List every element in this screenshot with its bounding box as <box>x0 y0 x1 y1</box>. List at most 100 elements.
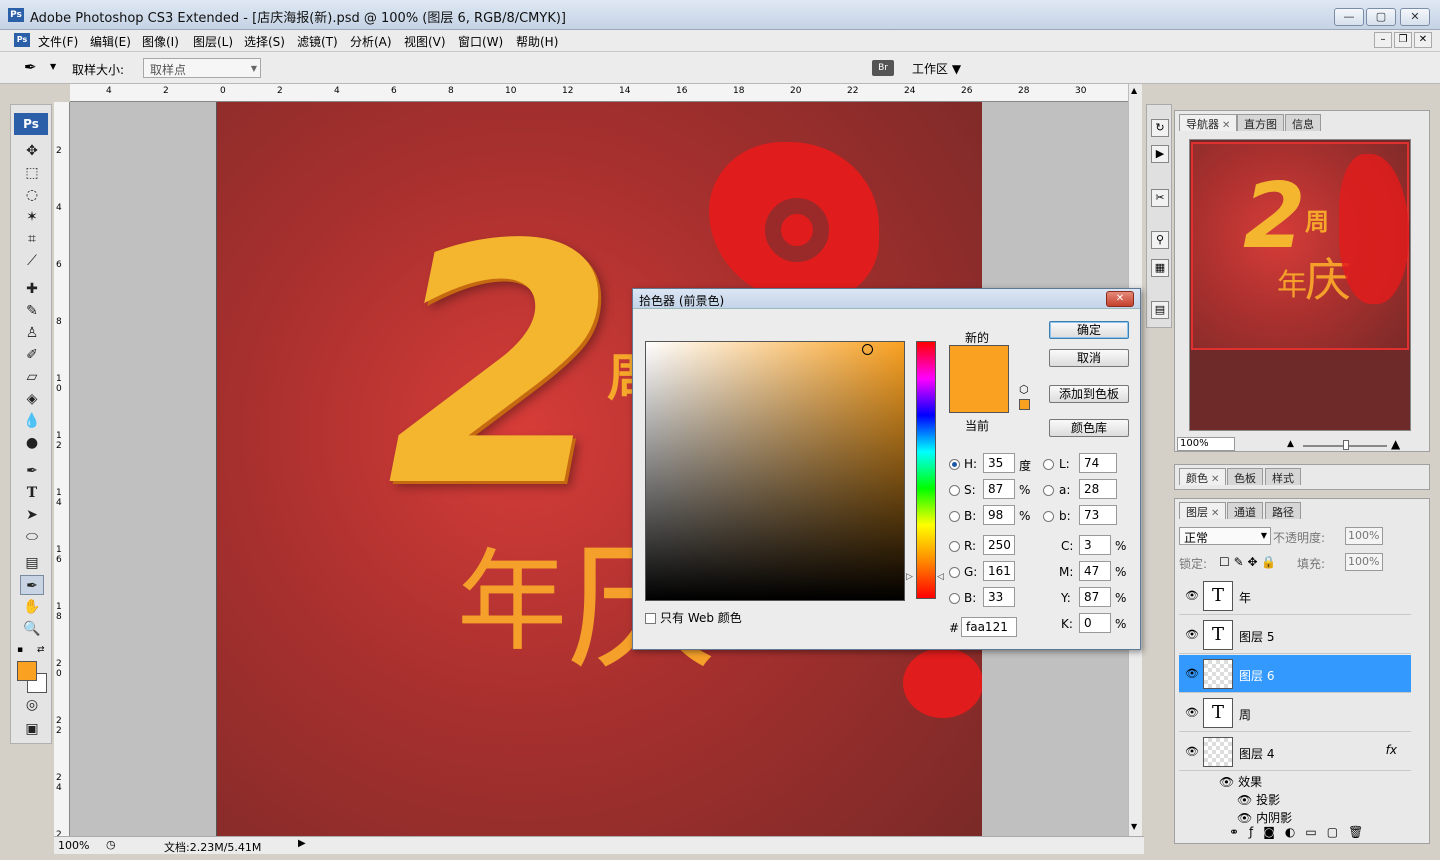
yellow-field[interactable]: 87 <box>1079 587 1111 607</box>
effect-row[interactable]: 👁 投影 <box>1237 791 1280 808</box>
tab-styles[interactable]: 样式 <box>1265 468 1301 485</box>
hand-tool-icon[interactable]: ✋ <box>20 597 44 617</box>
effect-row[interactable]: 👁 内阴影 <box>1237 809 1292 826</box>
scroll-down-icon[interactable]: ▼ <box>1131 822 1137 831</box>
tab-histogram[interactable]: 直方图 <box>1237 114 1284 131</box>
menu-file[interactable]: 文件(F) <box>38 33 78 50</box>
brightness-radio[interactable] <box>949 511 960 522</box>
checkbox-box[interactable] <box>645 613 656 624</box>
hue-slider[interactable] <box>916 341 936 599</box>
healing-brush-tool-icon[interactable]: ✚ <box>20 279 44 299</box>
history-panel-icon[interactable]: ↻ <box>1151 119 1169 137</box>
current-color-swatch[interactable] <box>949 379 1009 413</box>
cancel-button[interactable]: 取消 <box>1049 349 1129 367</box>
close-button[interactable]: ✕ <box>1400 8 1430 26</box>
default-colors-icon[interactable]: ▪ <box>17 645 23 655</box>
workspace-menu[interactable]: 工作区 ▼ <box>912 60 961 77</box>
screen-mode-icon[interactable]: ▣ <box>20 719 44 739</box>
layer-comps-icon[interactable]: ▤ <box>1151 301 1169 319</box>
layer-row[interactable]: 👁 T 周 <box>1179 694 1411 732</box>
clone-source-icon[interactable]: ▦ <box>1151 259 1169 277</box>
menu-layer[interactable]: 图层(L) <box>193 33 233 50</box>
lab-a-field[interactable]: 28 <box>1079 479 1117 499</box>
eyedropper-tool-icon[interactable]: ✒ <box>20 575 44 595</box>
brightness-field[interactable]: 98 <box>983 505 1015 525</box>
menu-edit[interactable]: 编辑(E) <box>90 33 131 50</box>
green-field[interactable]: 161 <box>983 561 1015 581</box>
gamut-warning-icon[interactable]: ⬡ <box>1019 383 1029 396</box>
hex-field[interactable]: faa121 <box>961 617 1017 637</box>
maximize-button[interactable]: ▢ <box>1366 8 1396 26</box>
web-safe-swatch[interactable] <box>1019 399 1030 410</box>
color-field-marker[interactable] <box>862 344 873 355</box>
doc-restore-button[interactable]: ❐ <box>1394 32 1412 48</box>
stamp-tool-icon[interactable]: ♙ <box>20 323 44 343</box>
actions-panel-icon[interactable]: ▶ <box>1151 145 1169 163</box>
shape-tool-icon[interactable]: ⬭ <box>20 527 44 547</box>
layer-row[interactable]: 👁 T 年 <box>1179 577 1411 615</box>
eraser-tool-icon[interactable]: ▱ <box>20 367 44 387</box>
document-icon[interactable]: Ps <box>14 33 30 47</box>
layer-row[interactable]: 👁 T 图层 5 <box>1179 616 1411 654</box>
red-field[interactable]: 250 <box>983 535 1015 555</box>
move-tool-icon[interactable]: ✥ <box>20 141 44 161</box>
quick-mask-icon[interactable]: ◎ <box>20 695 44 715</box>
green-radio[interactable] <box>949 567 960 578</box>
magic-wand-tool-icon[interactable]: ✶ <box>20 207 44 227</box>
tab-info[interactable]: 信息 <box>1285 114 1321 131</box>
paint-bucket-tool-icon[interactable]: ◈ <box>20 389 44 409</box>
menu-analysis[interactable]: 分析(A) <box>350 33 392 50</box>
zoom-tool-icon[interactable]: 🔍 <box>20 619 44 639</box>
tab-navigator[interactable]: 导航器 ✕ <box>1179 114 1238 131</box>
blue-field[interactable]: 33 <box>983 587 1015 607</box>
black-field[interactable]: 0 <box>1079 613 1111 633</box>
eye-icon[interactable]: 👁 <box>1185 589 1199 602</box>
history-brush-tool-icon[interactable]: ✐ <box>20 345 44 365</box>
menu-window[interactable]: 窗口(W) <box>458 33 503 50</box>
hue-slider-right-arrow[interactable]: ◁ <box>937 572 944 582</box>
layer-row[interactable]: 👁 图层 4 fx <box>1179 733 1411 771</box>
navigator-zoom-field[interactable]: 100% <box>1177 437 1235 451</box>
minimize-button[interactable]: — <box>1334 8 1364 26</box>
navigator-view-box[interactable]: 2 周 年 庆 <box>1191 142 1409 350</box>
tab-swatches[interactable]: 色板 <box>1227 468 1263 485</box>
web-colors-only-checkbox[interactable]: 只有 Web 颜色 <box>645 609 742 626</box>
zoom-field[interactable]: 100% <box>58 839 89 852</box>
cyan-field[interactable]: 3 <box>1079 535 1111 555</box>
fx-icon[interactable]: fx <box>1386 743 1397 757</box>
lab-b-radio[interactable] <box>1043 511 1054 522</box>
dodge-tool-icon[interactable]: ● <box>20 433 44 453</box>
add-to-swatches-button[interactable]: 添加到色板 <box>1049 385 1129 403</box>
type-tool-icon[interactable]: T <box>20 483 44 503</box>
swap-colors-icon[interactable]: ⇄ <box>37 645 45 655</box>
lab-b-field[interactable]: 73 <box>1079 505 1117 525</box>
sample-size-select[interactable]: 取样点 ▼ <box>143 58 261 78</box>
tab-paths[interactable]: 路径 <box>1265 502 1301 519</box>
slice-tool-icon[interactable]: ⟋ <box>20 251 44 271</box>
lab-a-radio[interactable] <box>1043 485 1054 496</box>
pen-tool-icon[interactable]: ✒ <box>20 461 44 481</box>
doc-minimize-button[interactable]: – <box>1374 32 1392 48</box>
photoshop-badge[interactable]: Ps <box>14 113 48 135</box>
tab-layers[interactable]: 图层 ✕ <box>1179 502 1227 519</box>
navigator-zoom-thumb[interactable] <box>1343 440 1349 450</box>
eyedropper-icon[interactable]: ✒ <box>24 58 37 76</box>
red-radio[interactable] <box>949 541 960 552</box>
layer-actions-bar[interactable]: ⚭ƒ◙◐▭▢🗑 <box>1229 825 1373 839</box>
blur-tool-icon[interactable]: 💧 <box>20 411 44 431</box>
doc-close-button[interactable]: ✕ <box>1414 32 1432 48</box>
lock-icons[interactable]: ☐ ✎ ✥ 🔒 <box>1219 555 1276 569</box>
navigator-preview[interactable]: 2 周 年 庆 <box>1189 139 1411 431</box>
lab-l-field[interactable]: 74 <box>1079 453 1117 473</box>
color-field[interactable] <box>645 341 905 601</box>
menu-image[interactable]: 图像(I) <box>142 33 179 50</box>
saturation-field[interactable]: 87 <box>983 479 1015 499</box>
brush-tool-icon[interactable]: ✎ <box>20 301 44 321</box>
tools-preset-icon[interactable]: ✂ <box>1151 189 1169 207</box>
menu-select[interactable]: 选择(S) <box>244 33 285 50</box>
bridge-icon[interactable]: Br <box>872 60 894 76</box>
magenta-field[interactable]: 47 <box>1079 561 1111 581</box>
hue-field[interactable]: 35 <box>983 453 1015 473</box>
layer-row-selected[interactable]: 👁 图层 6 <box>1179 655 1411 693</box>
marquee-tool-icon[interactable]: ⬚ <box>20 163 44 183</box>
